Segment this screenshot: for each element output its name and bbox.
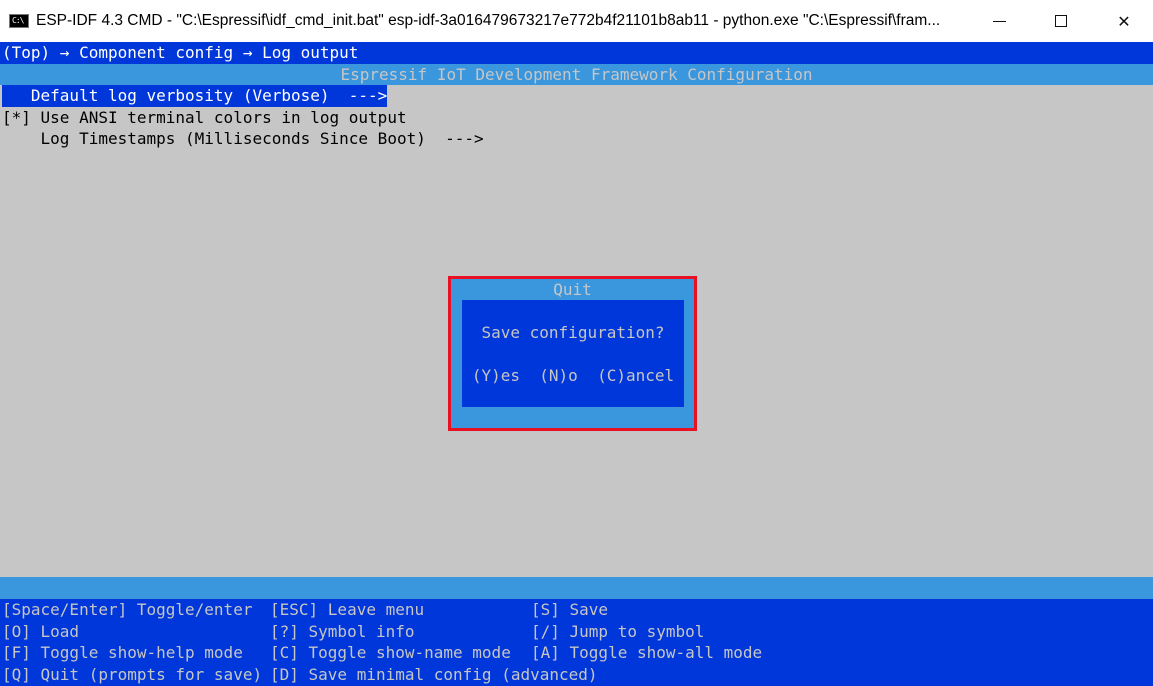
minimize-icon [992, 20, 1006, 22]
close-icon: ✕ [1117, 11, 1131, 31]
window-title: ESP-IDF 4.3 CMD - "C:\Espressif\idf_cmd_… [36, 12, 941, 29]
cancel-option[interactable]: (C)ancel [597, 366, 674, 385]
help-esc: [ESC] Leave menu [270, 600, 425, 619]
terminal-area[interactable]: (Top) → Component config → Log output Es… [0, 42, 1153, 686]
dialog-body: Save configuration? (Y)es (N)o (C)ancel [462, 300, 684, 407]
menu-item-ansi-colors[interactable]: [*] Use ANSI terminal colors in log outp… [2, 107, 407, 129]
help-all-mode: [A] Toggle show-all mode [531, 643, 763, 662]
maximize-button[interactable] [1038, 0, 1084, 42]
no-option[interactable]: (N)o [539, 366, 578, 385]
menu-item-log-timestamps[interactable]: Log Timestamps (Milliseconds Since Boot)… [2, 128, 484, 150]
window-titlebar: C:\ ESP-IDF 4.3 CMD - "C:\Espressif\idf_… [0, 0, 1153, 42]
help-help-mode: [F] Toggle show-help mode [2, 643, 243, 662]
help-space-enter: [Space/Enter] Toggle/enter [2, 600, 253, 619]
breadcrumb: (Top) → Component config → Log output [2, 43, 359, 62]
dialog-title: Quit [553, 280, 592, 299]
dialog-question: Save configuration? [481, 323, 665, 342]
framework-title-bar: Espressif IoT Development Framework Conf… [0, 63, 1153, 85]
framework-title: Espressif IoT Development Framework Conf… [340, 64, 813, 84]
close-button[interactable]: ✕ [1101, 0, 1147, 42]
menu-item-log-verbosity[interactable]: Default log verbosity (Verbose) ---> [2, 85, 388, 107]
separator-bar [0, 577, 1153, 599]
dialog-options: (Y)es (N)o (C)ancel [462, 365, 684, 387]
help-jump: [/] Jump to symbol [531, 621, 705, 641]
help-name-mode: [C] Toggle show-name mode [270, 643, 511, 662]
help-load: [O] Load [2, 621, 80, 641]
minimize-button[interactable] [976, 0, 1022, 42]
cmd-icon-text: C:\ [12, 16, 24, 25]
maximize-icon [1055, 15, 1067, 27]
help-minimal: [D] Save minimal config (advanced) [270, 664, 598, 684]
quit-dialog: Quit Save configuration? (Y)es (N)o (C)a… [451, 279, 694, 428]
breadcrumb-bar: (Top) → Component config → Log output [0, 42, 1153, 64]
keybinding-help-panel: [Space/Enter] Toggle/enter [ESC] Leave m… [0, 599, 1153, 686]
help-symbol-info: [?] Symbol info [270, 621, 415, 641]
cmd-app-icon: C:\ [9, 14, 29, 28]
help-quit: [Q] Quit (prompts for save) [2, 664, 263, 684]
yes-option[interactable]: (Y)es [472, 366, 520, 385]
help-save: [S] Save [531, 600, 609, 619]
